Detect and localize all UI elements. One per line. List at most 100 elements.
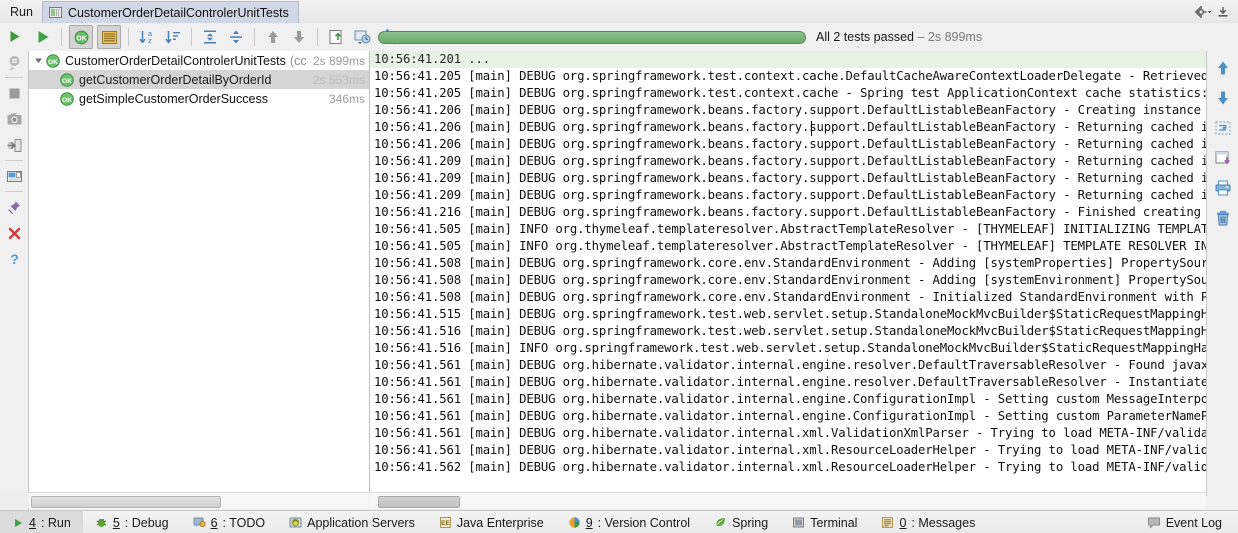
run-tool-window: Run CustomerOrderDetailControlerUnitTest…	[0, 0, 1238, 533]
status-debug-mnemonic: 5	[112, 515, 120, 530]
show-passed-toggle[interactable]: OK	[69, 25, 93, 49]
status-application-servers[interactable]: Application Servers	[277, 511, 427, 533]
console-line: 10:56:41.205 [main] DEBUG org.springfram…	[374, 69, 1206, 83]
tree-horizontal-scrollbar[interactable]	[29, 492, 369, 509]
test-tree-root-row[interactable]: OK CustomerOrderDetailControlerUnitTests…	[29, 51, 369, 70]
terminal-icon	[792, 516, 805, 529]
status-java-enterprise-label: Java Enterprise	[456, 515, 544, 530]
scroll-to-end-icon[interactable]	[1210, 145, 1236, 171]
divider	[191, 28, 192, 46]
test-tree-row-1[interactable]: OK getSimpleCustomerOrderSuccess 346ms	[29, 89, 369, 108]
status-todo[interactable]: 6 : TODO	[181, 511, 278, 533]
bug-icon	[95, 516, 108, 529]
svg-text:OK: OK	[76, 35, 87, 42]
sort-by-duration-button[interactable]	[162, 26, 184, 48]
expand-all-button[interactable]	[199, 26, 221, 48]
collapse-all-button[interactable]	[225, 26, 247, 48]
console-line: 10:56:41.209 [main] DEBUG org.springfram…	[374, 154, 1206, 168]
test-status-label: All 2 tests passed	[816, 30, 914, 44]
status-terminal[interactable]: Terminal	[780, 511, 869, 533]
console-line: 10:56:41.206 [main] DEBUG org.springfram…	[374, 103, 1206, 117]
test-progress-fill	[379, 31, 805, 43]
console-line: 10:56:41.508 [main] DEBUG org.springfram…	[374, 273, 1206, 287]
open-history-button[interactable]	[351, 26, 373, 48]
test-progress-area: All 2 tests passed – 2s 899ms	[378, 27, 1238, 47]
scrollbar-thumb[interactable]	[378, 496, 460, 508]
sort-alphabetically-button[interactable]: a z	[136, 26, 158, 48]
status-messages-label: : Messages	[911, 515, 976, 530]
run-tab[interactable]: CustomerOrderDetailControlerUnitTests	[41, 0, 299, 24]
test-duration-label: 2s 899ms	[927, 30, 983, 44]
console-line: 10:56:41.206 [main] DEBUG org.springfram…	[374, 137, 1206, 151]
console-line: 10:56:41.508 [main] DEBUG org.springfram…	[374, 256, 1206, 270]
test-tree-root-suffix: (cc	[289, 53, 307, 68]
status-event-log[interactable]: Event Log	[1135, 511, 1238, 533]
rerun-icon[interactable]	[1, 23, 27, 49]
test-tree[interactable]: OK CustomerOrderDetailControlerUnitTests…	[29, 51, 370, 492]
gear-icon[interactable]	[1194, 5, 1212, 19]
scroll-down-icon[interactable]	[1210, 85, 1236, 111]
jee-icon: EE	[439, 516, 452, 529]
server-icon	[289, 516, 302, 529]
scroll-up-icon[interactable]	[1210, 55, 1236, 81]
status-version-control-label: : Version Control	[597, 515, 691, 530]
soft-wrap-icon[interactable]	[1210, 115, 1236, 141]
console-line: 10:56:41.562 [main] DEBUG org.hibernate.…	[374, 460, 1206, 474]
event-log-icon	[1147, 516, 1161, 529]
hide-icon[interactable]	[1216, 5, 1230, 19]
console-line: 10:56:41.201 ...	[370, 51, 1206, 68]
print-icon[interactable]	[1210, 175, 1236, 201]
next-failed-button[interactable]	[288, 26, 310, 48]
run-actions-sidebar: ?	[0, 23, 29, 510]
status-debug[interactable]: 5: Debug	[83, 511, 181, 533]
text-caret	[811, 121, 812, 136]
status-run[interactable]: 4: Run	[0, 511, 83, 533]
status-run-label: : Run	[40, 515, 71, 530]
layout-icon[interactable]	[1, 163, 27, 189]
divider	[128, 28, 129, 46]
divider	[317, 28, 318, 46]
test-tree-row-0-duration: 2s 553ms	[312, 72, 365, 87]
status-spring-label: Spring	[732, 515, 769, 530]
trash-icon[interactable]	[1210, 205, 1236, 231]
prev-failed-button[interactable]	[262, 26, 284, 48]
console-line: 10:56:41.561 [main] DEBUG org.hibernate.…	[374, 426, 1206, 440]
export-import-icon[interactable]	[1, 132, 27, 158]
chevron-down-icon[interactable]	[31, 51, 45, 70]
pin-icon[interactable]	[1, 194, 27, 220]
show-ignored-toggle[interactable]	[97, 25, 121, 49]
status-todo-mnemonic: 6	[210, 515, 218, 530]
test-tree-root-duration: 2s 899ms	[312, 53, 365, 68]
svg-text:OK: OK	[62, 96, 72, 103]
scrollbar-corner	[0, 492, 29, 508]
divider	[5, 160, 23, 161]
status-todo-label: : TODO	[222, 515, 266, 530]
status-version-control[interactable]: 9 : Version Control	[556, 511, 702, 533]
close-icon[interactable]	[1, 220, 27, 246]
status-messages[interactable]: 0: Messages	[869, 511, 987, 533]
export-results-button[interactable]	[325, 26, 347, 48]
console-line: 10:56:41.508 [main] DEBUG org.springfram…	[374, 290, 1206, 304]
svg-text:EE: EE	[441, 520, 450, 527]
test-tree-row-1-label: getSimpleCustomerOrderSuccess	[79, 91, 268, 106]
test-passed-icon: OK	[59, 91, 75, 107]
status-spring[interactable]: Spring	[702, 511, 780, 533]
divider	[61, 28, 62, 46]
test-passed-icon: OK	[59, 72, 75, 88]
status-java-enterprise[interactable]: EE Java Enterprise	[427, 511, 556, 533]
test-tree-row-1-duration: 346ms	[328, 91, 365, 106]
console-line: 10:56:41.505 [main] INFO org.thymeleaf.t…	[374, 222, 1206, 236]
console-line: 10:56:41.206 [main] DEBUG org.springfram…	[374, 120, 1206, 134]
help-icon[interactable]: ?	[1, 246, 27, 272]
rerun-failed-icon[interactable]	[1, 49, 27, 75]
test-tree-row-0[interactable]: OK getCustomerOrderDetailByOrderId 2s 55…	[29, 70, 369, 89]
status-version-control-mnemonic: 9	[585, 515, 593, 530]
console-output[interactable]: 10:56:41.201 ... 10:56:41.205 [main] DEB…	[370, 51, 1206, 492]
scrollbar-thumb[interactable]	[31, 496, 221, 508]
console-horizontal-scrollbar[interactable]	[370, 492, 1206, 509]
run-button[interactable]	[32, 26, 54, 48]
window-buttons	[1194, 5, 1238, 19]
screenshot-icon[interactable]	[1, 106, 27, 132]
stop-icon[interactable]	[1, 80, 27, 106]
console-actions-sidebar	[1206, 51, 1238, 496]
